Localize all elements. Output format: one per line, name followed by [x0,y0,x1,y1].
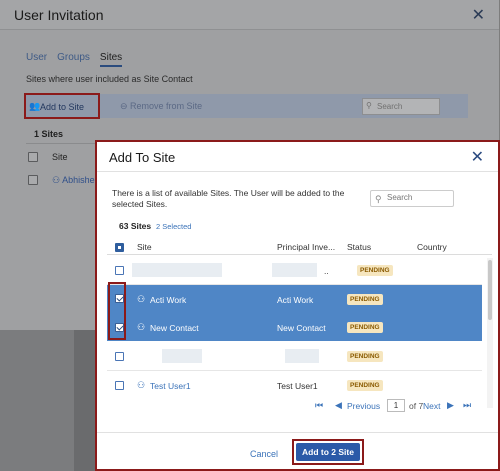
redacted-site-name [162,349,202,363]
background-site-count: 1 Sites [34,129,64,139]
redacted-principal [285,349,319,363]
row-site-name[interactable]: Acti Work [150,295,186,305]
select-all-checkbox[interactable] [115,243,124,252]
dialog-title: Add To Site [109,150,176,165]
cancel-button[interactable]: Cancel [250,449,278,459]
first-page-icon[interactable]: ⏮ [315,400,323,411]
tab-groups[interactable]: Groups [57,52,90,67]
row-principal: .. [324,266,329,276]
dialog-description: There is a list of available Sites. The … [112,188,345,209]
background-row-site-name: Abhishe [62,175,95,185]
divider [97,432,498,433]
close-icon[interactable]: ✕ [472,5,485,25]
search-icon: ⚲ [375,194,382,204]
row-site-name[interactable]: Test User1 [150,381,191,391]
background-tabs: User Groups Sites [26,52,123,67]
page-number-input[interactable]: 1 [387,399,405,412]
search-icon: ⚲ [366,101,372,110]
redacted-site-name [132,263,222,277]
redacted-principal [272,263,317,277]
selected-count[interactable]: 2 Selected [156,222,191,231]
next-page-button[interactable]: Next [423,401,440,411]
row-principal: New Contact [277,323,326,333]
divider [107,254,492,255]
table-scrollbar[interactable] [487,258,493,408]
add-to-sites-button[interactable]: Add to 2 Site [296,443,360,461]
row-checkbox[interactable] [115,381,124,390]
background-column-site: Site [52,152,68,162]
search-input[interactable] [387,193,451,202]
status-badge: PENDING [357,265,393,276]
background-description: Sites where user included as Site Contac… [26,74,193,84]
column-header-country[interactable]: Country [417,242,447,252]
remove-from-site-button[interactable]: ⊖ Remove from Site [120,101,202,112]
remove-from-site-label: Remove from Site [130,101,203,111]
site-icon: ⚇ [137,380,146,390]
site-icon: ⚇ [137,322,146,332]
column-header-site[interactable]: Site [137,242,152,252]
next-page-icon[interactable]: ▶ [447,400,454,411]
site-search-field[interactable]: ⚲ [370,190,454,207]
last-page-icon[interactable]: ⏭ [463,400,471,411]
checkbox-highlight-box [108,282,126,340]
background-dialog-title: User Invitation [14,7,104,23]
table-row[interactable]: ⚇ Test User1 Test User1 PENDING [107,371,482,399]
status-badge: PENDING [347,351,383,362]
table-row-selected[interactable]: ⚇ New Contact New Contact PENDING [107,313,482,341]
site-count: 63 Sites [119,221,152,231]
row-principal: Test User1 [277,381,318,391]
minus-circle-icon: ⊖ [120,101,131,111]
select-all-checkbox[interactable] [28,152,38,162]
add-to-site-label: Add to Site [40,102,85,112]
previous-page-button[interactable]: Previous [347,401,380,411]
dialog-header: Add To Site ✕ [97,142,498,172]
status-badge: PENDING [347,294,383,305]
background-search-input[interactable]: ⚲ Search [362,98,440,115]
close-icon[interactable]: ✕ [471,147,484,167]
site-icon: ⚇ [137,294,146,304]
table-row[interactable]: .. PENDING [107,256,482,284]
add-to-site-dialog: Add To Site ✕ There is a list of availab… [95,140,500,471]
add-to-site-button[interactable]: 👥 Add to Site [24,93,100,119]
page-total: of 7 [409,401,424,411]
row-site-name[interactable]: New Contact [150,323,199,333]
table-row-selected[interactable]: ⚇ Acti Work Acti Work PENDING [107,285,482,313]
background-row-site[interactable]: ⚇ Abhishe [52,175,95,186]
row-principal: Acti Work [277,295,314,305]
table-row[interactable]: PENDING [107,342,482,370]
highlight-box: Add to 2 Site [292,439,364,465]
row-checkbox[interactable] [28,175,38,185]
background-search-placeholder: Search [377,102,403,111]
row-checkbox[interactable] [115,352,124,361]
tab-user[interactable]: User [26,52,47,67]
site-icon: ⚇ [52,175,63,185]
previous-page-icon[interactable]: ◀ [335,400,342,411]
column-header-principal[interactable]: Principal Inve... [277,242,335,252]
status-badge: PENDING [347,322,383,333]
users-icon: 👥 [29,101,41,111]
column-header-status[interactable]: Status [347,242,371,252]
scrollbar-thumb[interactable] [488,260,492,320]
background-panel-edge [74,330,95,471]
tab-sites[interactable]: Sites [99,52,123,67]
background-dialog-header: User Invitation ✕ [0,0,499,30]
row-checkbox[interactable] [115,266,124,275]
status-badge: PENDING [347,380,383,391]
